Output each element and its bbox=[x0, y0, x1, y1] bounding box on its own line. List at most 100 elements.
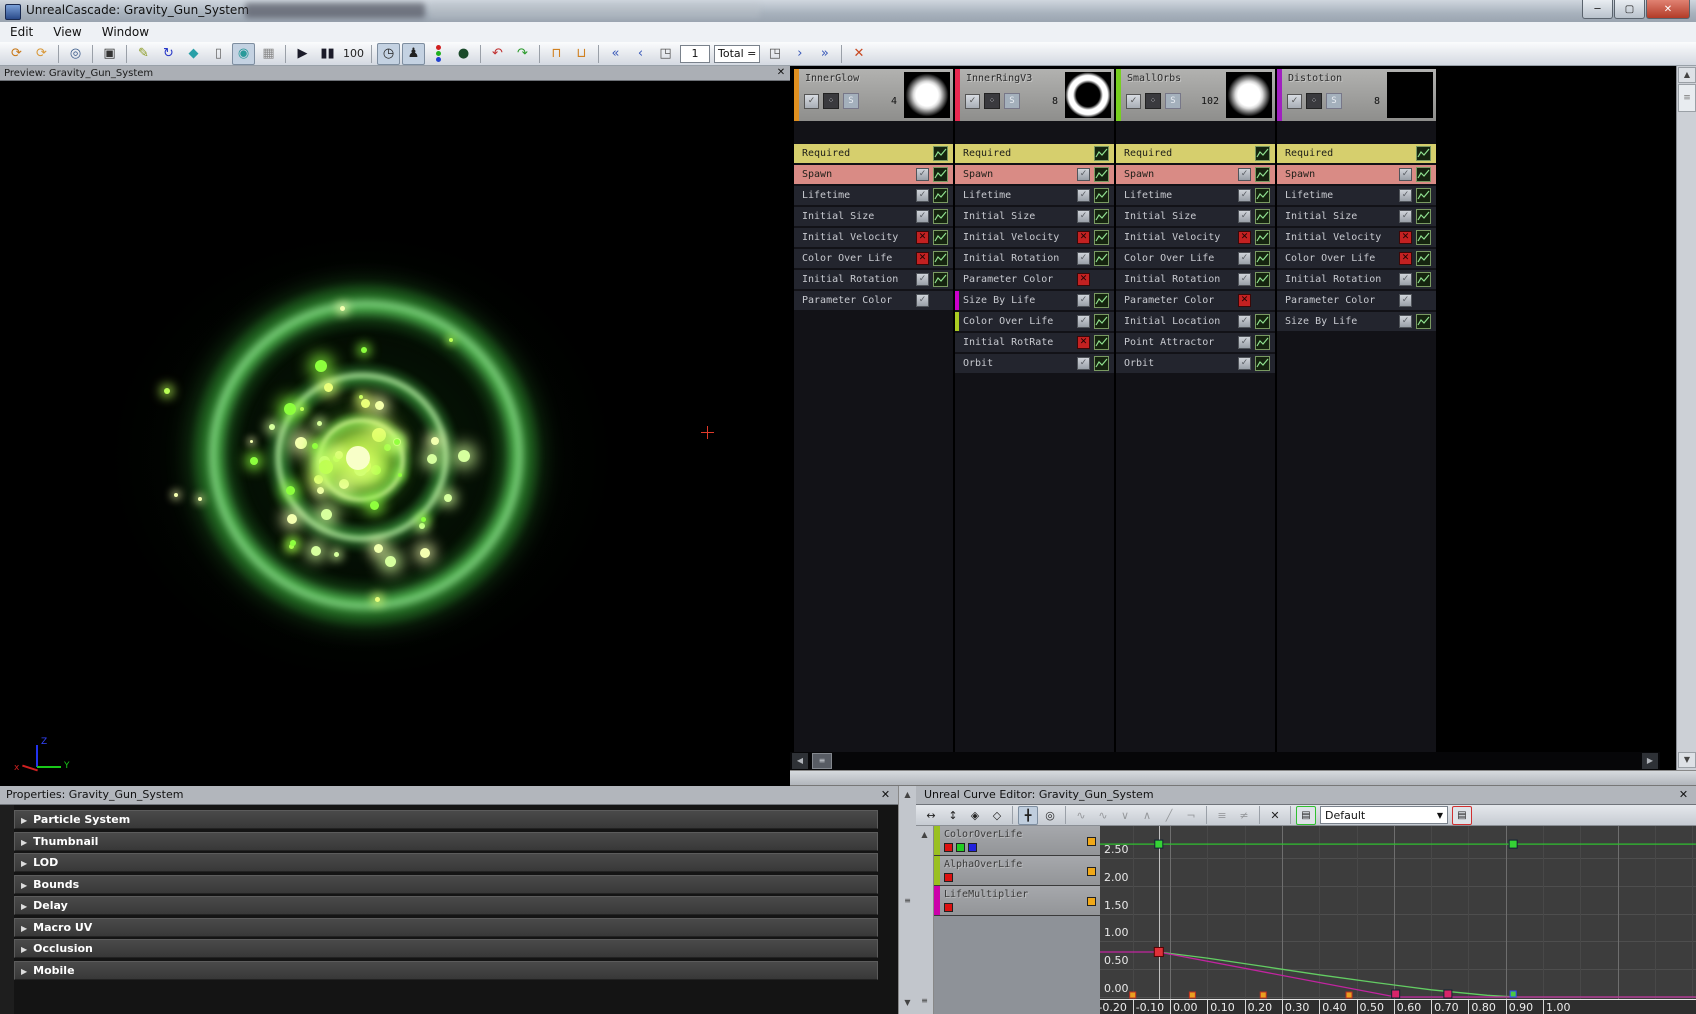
module-curve-icon[interactable] bbox=[1094, 167, 1109, 182]
splitter-grip-icon[interactable]: ≡ bbox=[899, 896, 916, 905]
module-curve-icon[interactable] bbox=[933, 272, 948, 287]
module-initial-size[interactable]: Initial Size✓ bbox=[794, 207, 953, 226]
curve-editor-close-icon[interactable]: ✕ bbox=[1677, 788, 1690, 801]
emitter-solo-button[interactable]: S bbox=[1004, 93, 1020, 109]
emitter-thumbnail[interactable] bbox=[1226, 72, 1272, 118]
module-disabled-checkbox[interactable]: ✕ bbox=[916, 252, 929, 265]
module-curve-icon[interactable] bbox=[1094, 293, 1109, 308]
module-lifetime[interactable]: Lifetime✓ bbox=[1116, 186, 1275, 205]
module-initial-rotation[interactable]: Initial Rotation✓ bbox=[1277, 270, 1436, 289]
module-curve-icon[interactable] bbox=[1416, 230, 1431, 245]
delete-tab-icon[interactable]: ▤ bbox=[1452, 806, 1472, 825]
curve-key[interactable] bbox=[1130, 992, 1136, 998]
module-curve-icon[interactable] bbox=[1416, 146, 1431, 161]
curve-editor-icon[interactable]: ✎ bbox=[132, 43, 155, 65]
module-enabled-checkbox[interactable]: ✓ bbox=[1238, 357, 1251, 370]
lod-current-input[interactable]: 1 bbox=[680, 45, 710, 63]
module-initial-velocity[interactable]: Initial Velocity✕ bbox=[794, 228, 953, 247]
save-thumbnail-icon[interactable]: ▣ bbox=[98, 43, 121, 65]
sphere-icon[interactable]: ● bbox=[452, 43, 475, 65]
module-enabled-checkbox[interactable]: ✓ bbox=[916, 273, 929, 286]
scroll-right-icon[interactable]: ▶ bbox=[1642, 753, 1658, 769]
module-enabled-checkbox[interactable]: ✓ bbox=[1238, 336, 1251, 349]
property-category-bounds[interactable]: ▶Bounds bbox=[14, 875, 878, 894]
curve-key[interactable] bbox=[1189, 992, 1195, 998]
curve-key[interactable] bbox=[1154, 947, 1163, 956]
tab-dropdown[interactable]: Default▼ bbox=[1320, 806, 1448, 824]
module-curve-icon[interactable] bbox=[1416, 188, 1431, 203]
zoom-mode-icon[interactable]: ◎ bbox=[1040, 806, 1060, 825]
module-disabled-checkbox[interactable]: ✕ bbox=[1399, 231, 1412, 244]
channel-toggle[interactable] bbox=[944, 903, 953, 912]
module-color-over-life[interactable]: Color Over Life✓ bbox=[955, 312, 1114, 331]
maximize-button[interactable]: ▢ bbox=[1614, 0, 1645, 19]
curve-key[interactable] bbox=[1155, 840, 1163, 848]
module-initial-rotrate[interactable]: Initial RotRate✕ bbox=[955, 333, 1114, 352]
module-curve-icon[interactable] bbox=[1094, 209, 1109, 224]
module-color-over-life[interactable]: Color Over Life✓ bbox=[1116, 249, 1275, 268]
emitter-thumbnail[interactable] bbox=[1387, 72, 1433, 118]
graph-low-detail-icon[interactable]: ⊔ bbox=[570, 43, 593, 65]
fit-vertical-icon[interactable]: ↕ bbox=[943, 806, 963, 825]
module-initial-velocity[interactable]: Initial Velocity✕ bbox=[1116, 228, 1275, 247]
menu-item-view[interactable]: View bbox=[43, 23, 91, 41]
module-initial-rotation[interactable]: Initial Rotation✓ bbox=[955, 249, 1114, 268]
module-curve-icon[interactable] bbox=[1416, 251, 1431, 266]
curve-key[interactable] bbox=[1392, 990, 1400, 998]
module-curve-icon[interactable] bbox=[1416, 209, 1431, 224]
emitter-thumbnail[interactable] bbox=[1065, 72, 1111, 118]
curve-track-coloroverlife[interactable]: ColorOverLife bbox=[934, 826, 1100, 856]
module-point-attractor[interactable]: Point Attractor✓ bbox=[1116, 333, 1275, 352]
show-all-tangents-icon[interactable]: ✕ bbox=[1265, 806, 1285, 825]
tangent-linear-icon[interactable]: ╱ bbox=[1159, 806, 1179, 825]
module-parameter-color[interactable]: Parameter Color✓ bbox=[794, 291, 953, 310]
module-disabled-checkbox[interactable]: ✕ bbox=[1238, 294, 1251, 307]
restart-level-icon[interactable]: ⟳ bbox=[30, 43, 53, 65]
pause-icon[interactable]: ▮▮ bbox=[316, 43, 339, 65]
track-visibility-toggle[interactable] bbox=[1087, 867, 1096, 876]
module-enabled-checkbox[interactable]: ✓ bbox=[1238, 273, 1251, 286]
module-curve-icon[interactable] bbox=[1094, 251, 1109, 266]
fit-all-icon[interactable]: ◈ bbox=[965, 806, 985, 825]
lod-add-after-icon[interactable]: ◳ bbox=[763, 43, 786, 65]
module-curve-icon[interactable] bbox=[1094, 314, 1109, 329]
property-category-macro-uv[interactable]: ▶Macro UV bbox=[14, 918, 878, 937]
curve-graph[interactable]: 0.000.501.001.502.002.50-0.20-0.100.000.… bbox=[1100, 826, 1696, 1014]
motion-icon[interactable]: ♟ bbox=[402, 43, 425, 65]
post-process-icon[interactable]: ◉ bbox=[232, 43, 255, 65]
undo-icon[interactable]: ↶ bbox=[486, 43, 509, 65]
curve-key[interactable] bbox=[1444, 990, 1452, 998]
lod-higher-icon[interactable]: › bbox=[788, 43, 811, 65]
background-cube-icon[interactable]: ◆ bbox=[182, 43, 205, 65]
module-enabled-checkbox[interactable]: ✓ bbox=[916, 210, 929, 223]
module-curve-icon[interactable] bbox=[933, 167, 948, 182]
tangent-auto-clamped-icon[interactable]: ∿ bbox=[1093, 806, 1113, 825]
module-orbit[interactable]: Orbit✓ bbox=[955, 354, 1114, 373]
scroll-down-icon[interactable]: ▼ bbox=[899, 998, 916, 1007]
scroll-left-icon[interactable]: ◀ bbox=[792, 753, 808, 769]
module-curve-icon[interactable] bbox=[1094, 356, 1109, 371]
emitter-burst-icon[interactable]: ⁘ bbox=[984, 93, 1000, 109]
graph-high-detail-icon[interactable]: ⊓ bbox=[545, 43, 568, 65]
module-disabled-checkbox[interactable]: ✕ bbox=[1238, 231, 1251, 244]
module-required[interactable]: Required bbox=[794, 144, 953, 163]
module-enabled-checkbox[interactable]: ✓ bbox=[1238, 252, 1251, 265]
preview-close-icon[interactable]: ✕ bbox=[775, 67, 787, 79]
curve-key[interactable] bbox=[1509, 840, 1517, 848]
module-initial-rotation[interactable]: Initial Rotation✓ bbox=[794, 270, 953, 289]
emitter-enabled-checkbox[interactable]: ✓ bbox=[1126, 94, 1141, 109]
module-required[interactable]: Required bbox=[1116, 144, 1275, 163]
module-enabled-checkbox[interactable]: ✓ bbox=[1399, 189, 1412, 202]
minimize-button[interactable]: ─ bbox=[1582, 0, 1613, 19]
module-lifetime[interactable]: Lifetime✓ bbox=[955, 186, 1114, 205]
property-category-occlusion[interactable]: ▶Occlusion bbox=[14, 939, 878, 958]
properties-close-icon[interactable]: ✕ bbox=[879, 788, 892, 801]
module-curve-icon[interactable] bbox=[933, 230, 948, 245]
redo-icon[interactable]: ↷ bbox=[511, 43, 534, 65]
module-initial-size[interactable]: Initial Size✓ bbox=[1116, 207, 1275, 226]
module-curve-icon[interactable] bbox=[1255, 230, 1270, 245]
tangent-auto-icon[interactable]: ∿ bbox=[1071, 806, 1091, 825]
module-curve-icon[interactable] bbox=[1255, 272, 1270, 287]
scrollbar-thumb[interactable]: ≡ bbox=[1678, 84, 1696, 112]
module-enabled-checkbox[interactable]: ✓ bbox=[1077, 294, 1090, 307]
